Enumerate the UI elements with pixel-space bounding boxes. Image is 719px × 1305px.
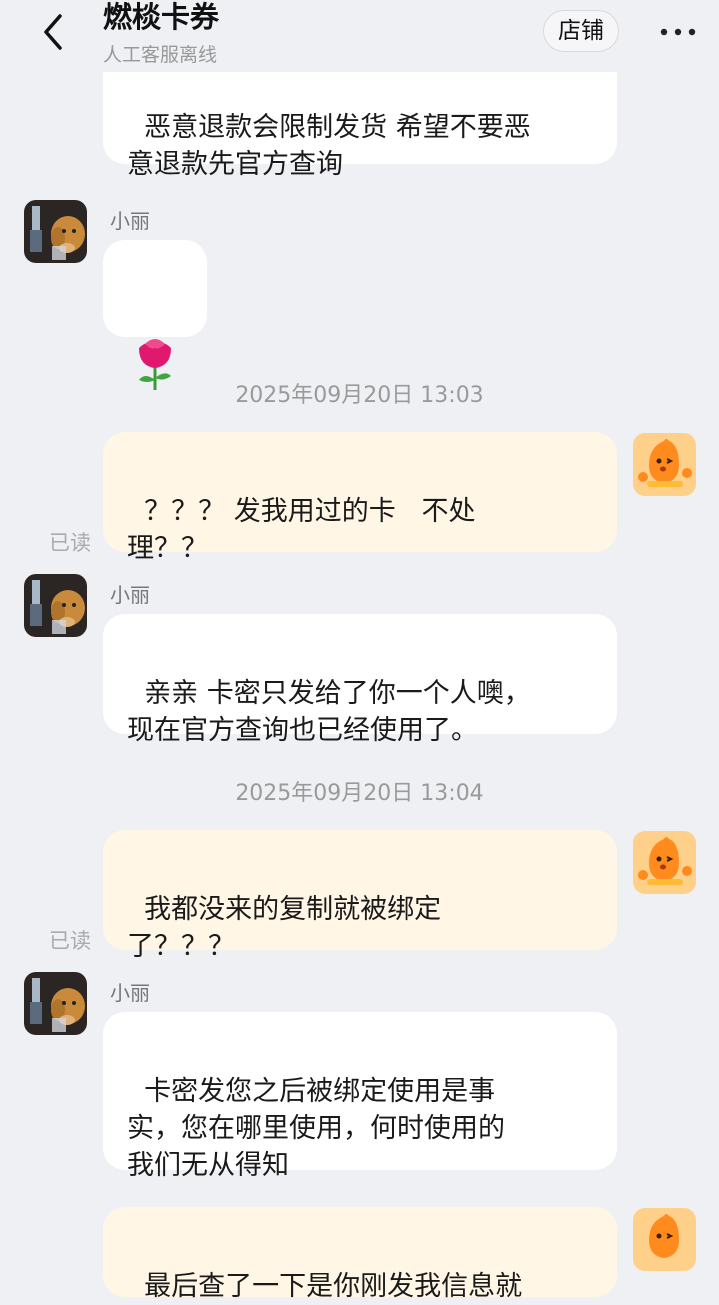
my-avatar[interactable] — [633, 1208, 696, 1271]
sender-name: 小丽 — [110, 209, 150, 233]
orange-mascot-icon — [633, 1208, 696, 1271]
service-status: 人工客服离线 — [103, 44, 218, 66]
chevron-left-icon — [44, 14, 62, 50]
dog-avatar-icon — [24, 200, 87, 263]
sender-name: 小丽 — [110, 981, 150, 1005]
dog-avatar-icon — [24, 972, 87, 1035]
avatar[interactable] — [24, 574, 87, 637]
message-bubble[interactable]: 卡密发您之后被绑定使用是事 实，您在哪里使用，何时使用的 我们无从得知 — [103, 1012, 617, 1181]
my-avatar[interactable] — [633, 831, 696, 894]
message-text: 亲亲 卡密只发给了你一个人噢， 现在官方查询也已经使用了。 — [127, 678, 531, 746]
read-status: 已读 — [49, 929, 91, 953]
sender-name: 小丽 — [110, 583, 150, 607]
shop-button[interactable]: 店铺 — [543, 10, 619, 52]
avatar[interactable] — [24, 972, 87, 1035]
dog-avatar-icon — [24, 574, 87, 637]
my-avatar[interactable] — [633, 433, 696, 496]
message-bubble[interactable]: 我都没来的复制就被绑定 了？？？ — [103, 830, 617, 962]
message-text: 最后查了一下是你刚发我信息就 — [144, 1271, 523, 1302]
chat-header: 燃棪卡券 人工客服离线 店铺 — [0, 0, 719, 72]
timestamp: 2025年09月20日 13:03 — [235, 383, 484, 408]
message-text: 卡密发您之后被绑定使用是事 实，您在哪里使用，何时使用的 我们无从得知 — [127, 1076, 505, 1181]
more-dots-icon — [660, 28, 696, 36]
read-status: 已读 — [49, 531, 91, 555]
more-button[interactable] — [656, 14, 700, 50]
message-bubble[interactable]: 亲亲 卡密只发给了你一个人噢， 现在官方查询也已经使用了。 — [103, 614, 617, 746]
back-button[interactable] — [30, 10, 78, 58]
message-text: 我都没来的复制就被绑定 了？？？ — [127, 894, 442, 962]
emoji-bubble[interactable] — [103, 240, 207, 390]
message-bubble[interactable]: 最后查了一下是你刚发我信息就 — [103, 1207, 617, 1302]
shop-title: 燃棪卡券 — [103, 0, 220, 34]
orange-mascot-icon — [633, 433, 696, 496]
timestamp: 2025年09月20日 13:04 — [235, 781, 484, 806]
message-text: ？？？ 发我用过的卡 不处 理？？ — [127, 496, 476, 564]
avatar[interactable] — [24, 200, 87, 263]
orange-mascot-icon — [633, 831, 696, 894]
message-bubble[interactable]: ？？？ 发我用过的卡 不处 理？？ — [103, 432, 617, 564]
message-text: 恶意退款会限制发货 希望不要恶 意退款先官方查询 — [127, 112, 531, 180]
